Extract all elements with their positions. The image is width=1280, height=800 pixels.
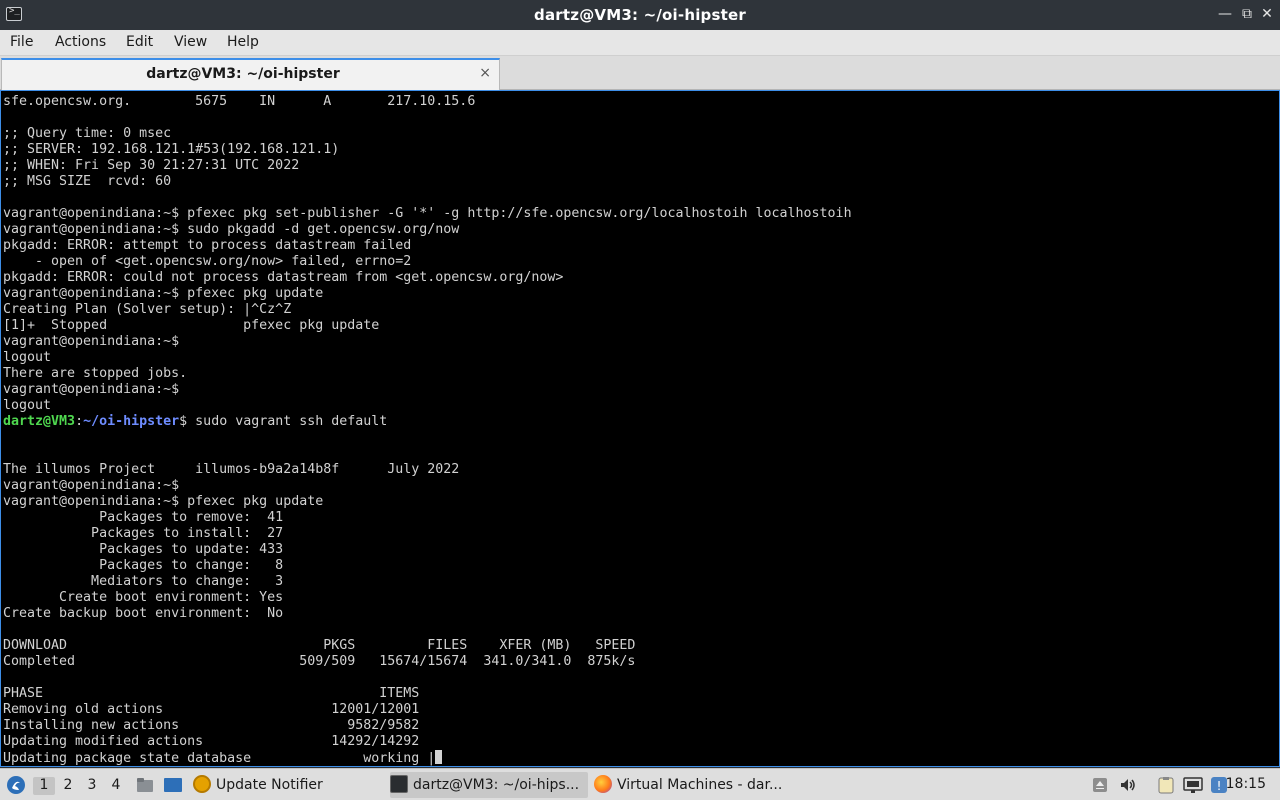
terminal-view[interactable]: sfe.opencsw.org. 5675 IN A 217.10.15.6;;… <box>0 90 1280 767</box>
tab-terminal[interactable]: dartz@VM3: ~/oi-hipster × <box>1 58 500 90</box>
network-icon[interactable] <box>1183 776 1203 794</box>
close-window-button[interactable]: ✕ <box>1258 5 1276 23</box>
terminal-line: ;; SERVER: 192.168.121.1#53(192.168.121.… <box>3 142 340 157</box>
volume-icon[interactable] <box>1119 776 1137 794</box>
update-notifier-icon <box>193 775 211 793</box>
terminal-line: ;; WHEN: Fri Sep 30 21:27:31 UTC 2022 <box>3 158 300 173</box>
task-label: dartz@VM3: ~/oi-hips... <box>413 777 580 793</box>
terminal-line: vagrant@openindiana:~$ pfexec pkg update <box>3 286 324 301</box>
task-terminal[interactable]: dartz@VM3: ~/oi-hips... <box>390 772 588 798</box>
show-desktop-icon[interactable] <box>163 776 183 794</box>
window-title: dartz@VM3: ~/oi-hipster <box>534 6 746 24</box>
prompt-sep: : <box>75 414 84 429</box>
prompt-command: sudo vagrant ssh default <box>187 414 388 429</box>
terminal-cursor <box>435 750 443 764</box>
terminal-line: ;; MSG SIZE rcvd: 60 <box>3 174 172 189</box>
terminal-line: vagrant@openindiana:~$ <box>3 334 180 349</box>
file-manager-icon[interactable] <box>136 776 154 794</box>
terminal-last-line: Updating package state database working … <box>3 751 436 766</box>
terminal-line: - open of <get.opencsw.org/now> failed, … <box>3 254 412 269</box>
terminal-line: logout <box>3 350 52 365</box>
terminal-line: Installing new actions 9582/9582 <box>3 718 420 733</box>
menu-view[interactable]: View <box>174 34 207 50</box>
terminal-line: Completed 509/509 15674/15674 341.0/341.… <box>3 654 636 669</box>
task-label: Update Notifier <box>216 777 323 793</box>
terminal-line: ;; Query time: 0 msec <box>3 126 172 141</box>
terminal-line: pkgadd: ERROR: could not process datastr… <box>3 270 564 285</box>
firefox-icon <box>594 775 612 793</box>
prompt-user: dartz@VM3 <box>3 414 76 429</box>
terminal-line: PHASE ITEMS <box>3 686 420 701</box>
terminal-line: Create boot environment: Yes <box>3 590 284 605</box>
terminal-line: pkgadd: ERROR: attempt to process datast… <box>3 238 412 253</box>
task-label: Virtual Machines - dar... <box>617 777 783 793</box>
terminal-line: logout <box>3 398 52 413</box>
terminal-output: sfe.opencsw.org. 5675 IN A 217.10.15.6;;… <box>3 94 852 766</box>
terminal-icon <box>390 775 408 793</box>
menu-help[interactable]: Help <box>227 34 259 50</box>
workspace-2[interactable]: 2 <box>57 777 79 795</box>
terminal-line: vagrant@openindiana:~$ <box>3 478 180 493</box>
prompt-dollar: $ <box>179 414 188 429</box>
terminal-line: Updating package state database working … <box>3 750 852 766</box>
menubar: File Actions Edit View Help <box>0 30 1280 56</box>
start-menu-icon[interactable] <box>6 775 26 795</box>
terminal-line: Packages to change: 8 <box>3 558 284 573</box>
terminal-line: Packages to update: 433 <box>3 542 284 557</box>
prompt-path: ~/oi-hipster <box>83 414 180 429</box>
terminal-line: sfe.opencsw.org. 5675 IN A 217.10.15.6 <box>3 94 476 109</box>
terminal-line: Removing old actions 12001/12001 <box>3 702 420 717</box>
workspace-3[interactable]: 3 <box>81 777 103 795</box>
terminal-line: DOWNLOAD PKGS FILES XFER (MB) SPEED <box>3 638 636 653</box>
terminal-line: vagrant@openindiana:~$ pfexec pkg update <box>3 494 324 509</box>
terminal-line: Packages to remove: 41 <box>3 510 284 525</box>
menu-file[interactable]: File <box>10 34 33 50</box>
task-update-notifier[interactable]: Update Notifier <box>193 772 373 798</box>
svg-text:!: ! <box>1217 779 1222 793</box>
workspace-4[interactable]: 4 <box>105 777 127 795</box>
scrollbar[interactable] <box>1277 91 1279 766</box>
task-firefox[interactable]: Virtual Machines - dar... <box>594 772 794 798</box>
tab-label: dartz@VM3: ~/oi-hipster <box>146 66 340 82</box>
clipboard-icon[interactable] <box>1156 776 1176 794</box>
terminal-line: vagrant@openindiana:~$ sudo pkgadd -d ge… <box>3 222 460 237</box>
menu-edit[interactable]: Edit <box>126 34 153 50</box>
terminal-line: Creating Plan (Solver setup): |^Cz^Z <box>3 302 292 317</box>
clock: 18:15 <box>1225 776 1266 792</box>
terminal-line: dartz@VM3:~/oi-hipster$ sudo vagrant ssh… <box>3 414 852 430</box>
window-titlebar: >_ dartz@VM3: ~/oi-hipster — ⧉ ✕ <box>0 0 1280 30</box>
terminal-line: Mediators to change: 3 <box>3 574 284 589</box>
terminal-line: Updating modified actions 14292/14292 <box>3 734 420 749</box>
maximize-button[interactable]: ⧉ <box>1238 5 1256 23</box>
terminal-line: vagrant@openindiana:~$ <box>3 382 180 397</box>
terminal-line: The illumos Project illumos-b9a2a14b8f J… <box>3 462 460 477</box>
workspace-1[interactable]: 1 <box>33 777 55 795</box>
eject-icon[interactable] <box>1091 776 1109 794</box>
close-tab-icon[interactable]: × <box>479 65 491 81</box>
terminal-line: [1]+ Stopped pfexec pkg update <box>3 318 380 333</box>
minimize-button[interactable]: — <box>1216 5 1234 23</box>
taskbar: 1 2 3 4 Update Notifier dartz@VM3: ~/oi-… <box>0 768 1280 800</box>
terminal-line: vagrant@openindiana:~$ pfexec pkg set-pu… <box>3 206 852 221</box>
terminal-line: Create backup boot environment: No <box>3 606 284 621</box>
terminal-line: Packages to install: 27 <box>3 526 284 541</box>
menu-actions[interactable]: Actions <box>55 34 106 50</box>
tab-bar: dartz@VM3: ~/oi-hipster × <box>0 56 1280 90</box>
terminal-line: There are stopped jobs. <box>3 366 188 381</box>
